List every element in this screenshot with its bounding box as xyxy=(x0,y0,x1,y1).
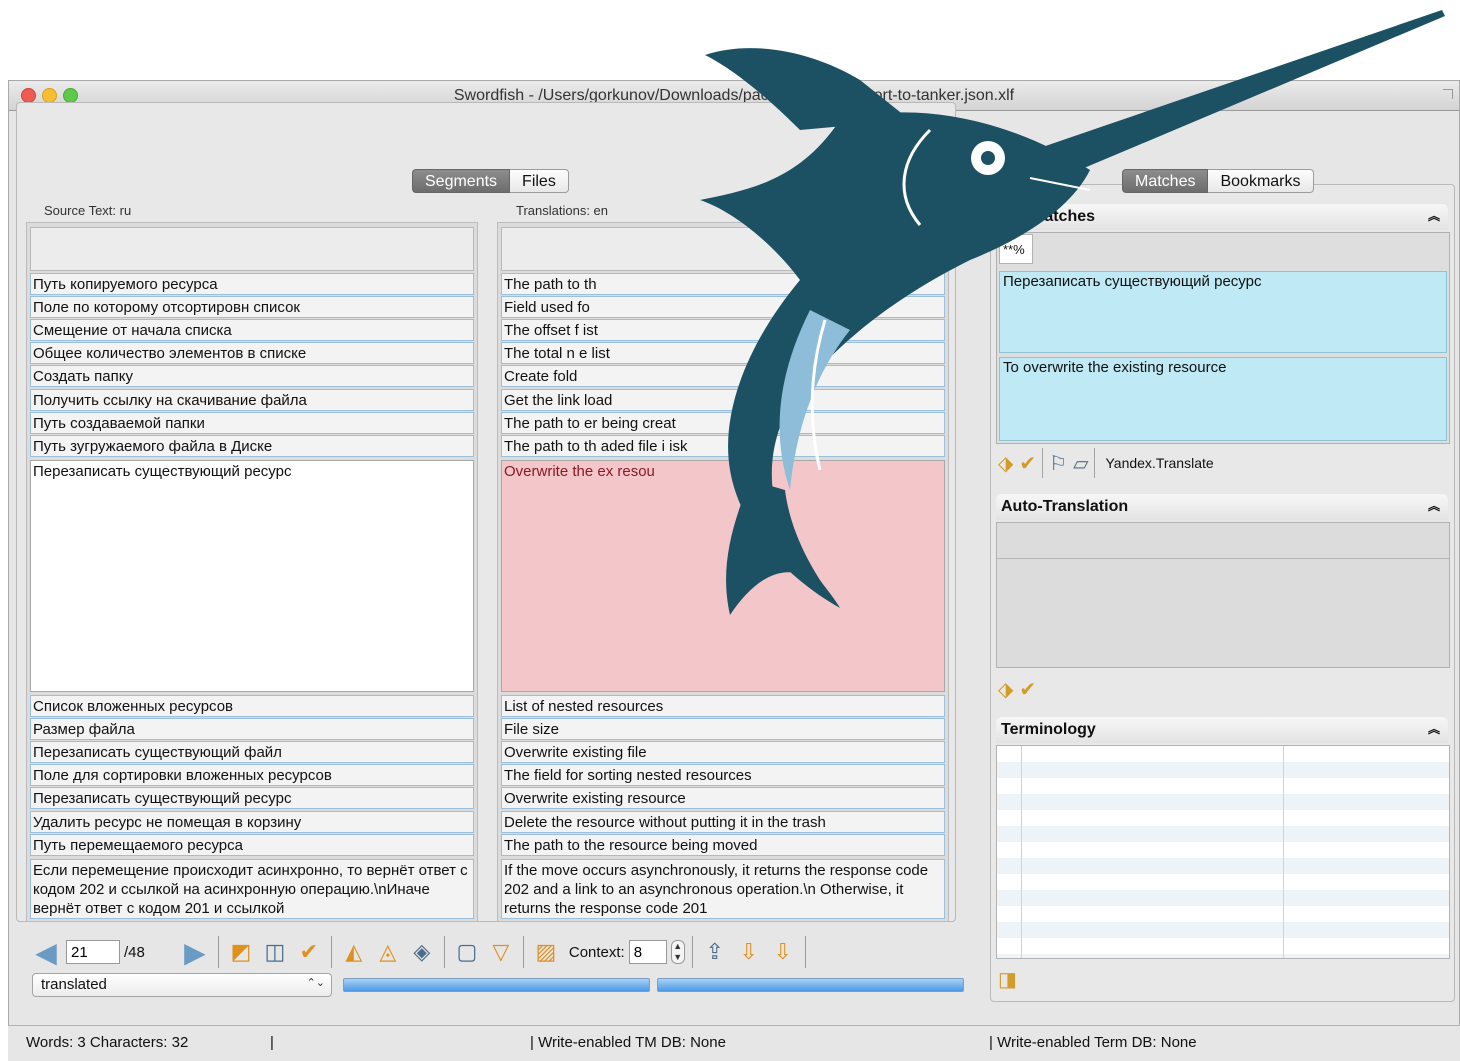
terminology-title: Terminology xyxy=(1001,721,1096,738)
source-last-row[interactable]: Если перемещение происходит асинхронно, … xyxy=(30,859,474,919)
target-row[interactable]: Overwrite existing resource xyxy=(501,787,945,810)
source-row[interactable]: Перезаписать существующий файл xyxy=(30,741,474,764)
source-row[interactable]: Получить ссылку на скачивание файла xyxy=(30,388,474,411)
download-icon[interactable]: ⇩ xyxy=(734,936,764,968)
swordfish-logo xyxy=(700,10,1445,615)
segment-number-input[interactable] xyxy=(66,940,120,964)
navigation-bar: ◀ /48 ▶ ◩ ◫ ✔ ◭ ◬ ◈ ▢ ▽ ▨ Context: ▲▼ ⇪ … xyxy=(30,934,809,970)
source-row[interactable]: Список вложенных ресурсов xyxy=(30,695,474,717)
source-row[interactable]: Поле по которому отсортировн список xyxy=(30,296,474,319)
collapse-terminology-icon[interactable]: ︽ xyxy=(1428,720,1440,737)
source-progress-bar xyxy=(343,978,650,992)
accept-auto-icon[interactable]: ⬗ xyxy=(998,677,1013,702)
source-editor[interactable]: Перезаписать существующий ресурс xyxy=(30,460,474,692)
translate-icon[interactable]: ◩ xyxy=(226,936,256,968)
word-count: Words: 3 Characters: 32 xyxy=(26,1034,189,1051)
auto-translation-actions: ⬗ ✔ xyxy=(998,672,1036,706)
target-row[interactable]: The path to the resource being moved xyxy=(501,833,945,856)
next-segment-icon[interactable]: ▶ xyxy=(179,936,211,969)
image-icon[interactable]: ▨ xyxy=(531,936,561,968)
target-row[interactable]: List of nested resources xyxy=(501,695,945,717)
source-row[interactable]: Путь создаваемой папки xyxy=(30,411,474,434)
source-row[interactable]: Создать папку xyxy=(30,365,474,388)
segments-tabbar: Segments Files xyxy=(412,169,569,193)
tab-segments[interactable]: Segments xyxy=(412,169,511,193)
source-row[interactable]: Удалить ресурс не помещая в корзину xyxy=(30,810,474,833)
upload-icon[interactable]: ⇪ xyxy=(700,936,730,968)
unlock-icon[interactable]: ◬ xyxy=(373,936,403,968)
context-input[interactable] xyxy=(628,940,667,964)
source-cell-empty[interactable] xyxy=(30,227,474,271)
source-header: Source Text: ru xyxy=(44,203,132,218)
target-last-row[interactable]: If the move occurs asynchronously, it re… xyxy=(501,859,945,919)
target-header: Translations: en xyxy=(516,203,609,218)
accept-auto-confirm-icon[interactable]: ✔ xyxy=(1019,677,1036,702)
source-row[interactable]: Поле для сортировки вложенных ресурсов xyxy=(30,764,474,787)
status-bar: Words: 3 Characters: 32 | | Write-enable… xyxy=(8,1025,1460,1061)
term-db-status: | Write-enabled Term DB: None xyxy=(989,1034,1197,1051)
segment-status-value: translated xyxy=(41,976,107,993)
target-row[interactable]: The field for sorting nested resources xyxy=(501,764,945,787)
target-row[interactable]: Delete the resource without putting it i… xyxy=(501,810,945,833)
tab-files[interactable]: Files xyxy=(510,169,569,193)
terminology-table[interactable] xyxy=(996,745,1450,959)
source-row[interactable]: Смещение от начала списка xyxy=(30,319,474,342)
context-stepper[interactable]: ▲ ▼ xyxy=(670,940,685,964)
source-row[interactable]: Путь зугружаемого файла в Диске xyxy=(30,434,474,457)
segment-status-select[interactable]: translated ⌃⌄ xyxy=(32,973,332,997)
target-progress-bar xyxy=(657,978,964,992)
copy-source-icon[interactable]: ◫ xyxy=(260,936,290,968)
status-separator: | xyxy=(270,1034,274,1051)
source-row[interactable]: Путь перемещаемого ресурса xyxy=(30,833,474,856)
confirm-icon[interactable]: ✔ xyxy=(294,936,324,968)
context-label: Context: xyxy=(568,943,625,961)
select-stepper-icon: ⌃⌄ xyxy=(306,977,325,989)
terminology-actions: ◨ xyxy=(998,962,1017,996)
target-row[interactable]: File size xyxy=(501,718,945,741)
note-icon[interactable]: ▢ xyxy=(452,936,482,968)
segment-total: /48 xyxy=(124,943,145,961)
source-row[interactable]: Размер файла xyxy=(30,718,474,741)
previous-segment-icon[interactable]: ◀ xyxy=(30,936,62,969)
lock-icon[interactable]: ◭ xyxy=(339,936,369,968)
source-row[interactable]: Перезаписать существующий ресурс xyxy=(30,787,474,810)
tm-db-status: | Write-enabled TM DB: None xyxy=(530,1034,726,1051)
filter-segments-icon[interactable]: ▽ xyxy=(486,936,516,968)
source-row[interactable]: Путь копируемого ресурса xyxy=(30,273,474,295)
source-row[interactable]: Общее количество элементов в списке xyxy=(30,342,474,365)
terminology-header[interactable]: Terminology ︽ xyxy=(996,717,1448,743)
download-all-icon[interactable]: ⇩ xyxy=(768,936,798,968)
source-column: Путь копируемого ресурса Поле по которому… xyxy=(26,222,478,922)
add-term-icon[interactable]: ◨ xyxy=(998,967,1017,992)
approve-icon[interactable]: ◈ xyxy=(407,936,437,968)
target-row[interactable]: Overwrite existing file xyxy=(501,741,945,764)
